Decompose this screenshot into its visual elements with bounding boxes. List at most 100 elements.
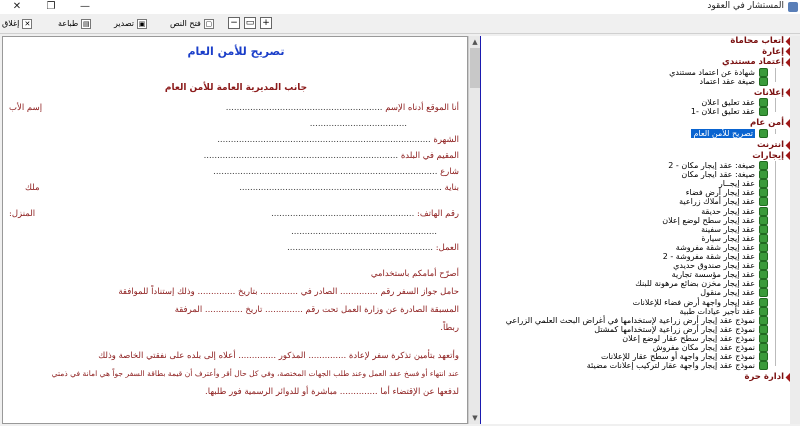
document-icon — [759, 170, 768, 180]
tree-leaf[interactable]: عقد إيجار سيارة — [701, 233, 768, 243]
tree-leaf[interactable]: تصريح للأمن العام — [691, 128, 768, 138]
tree-leaf[interactable]: عقد إيجار صندوق حديدي — [673, 261, 768, 271]
doc-line-dots-2: ........................................… — [291, 227, 437, 237]
doc-line-dots: .................................... — [309, 119, 407, 129]
tree-category[interactable]: إعتماد مستندي — [722, 57, 796, 67]
doc-body-1: أصرّح أمامكم باستخدامي — [370, 269, 459, 279]
document-icon — [759, 306, 768, 316]
printer-icon: ▤ — [81, 19, 92, 29]
scroll-thumb[interactable] — [470, 48, 480, 88]
document-subtitle: جانب المديرية العامة للأمن العام — [164, 83, 308, 93]
doc-body-6: عند انتهاء أو فسخ عقد العمل وعند طلب الج… — [51, 369, 459, 378]
tree-leaf[interactable]: نموذج عقد إيجار واجهة عقار لتركيب إعلانا… — [587, 361, 768, 371]
doc-line-surname: الشهرة .................................… — [217, 135, 459, 145]
doc-line-name: أنا الموقع أدناه الإسم .................… — [225, 103, 459, 113]
tree-leaf[interactable]: عقد إيجار سطح لوضع إعلان — [662, 215, 768, 225]
doc-line-building: بناية ..................................… — [239, 183, 459, 193]
tree-leaf[interactable]: نموذج عقد إيجار مكان مفروش — [653, 343, 768, 352]
document-icon — [759, 279, 768, 289]
doc-line-home: المنزل: — [9, 209, 36, 219]
document-icon — [759, 215, 768, 225]
tree-leaf[interactable]: عقد إيجار أملاك زراعية — [679, 197, 768, 207]
tree-leaf[interactable]: عقد إيجار حديقة — [701, 206, 768, 216]
tree-category[interactable]: أتعاب محاماة — [730, 36, 796, 46]
document-icon — [759, 261, 768, 271]
tree-leaf[interactable]: عقد إيجار منقول — [700, 288, 768, 298]
document-icon — [759, 270, 768, 280]
open-file-icon: ▢ — [203, 19, 214, 29]
document-icon — [759, 197, 768, 207]
tree-leaf[interactable]: نموذج عقد إيجار أرض زراعية لإستخدامها في… — [506, 315, 768, 325]
document-icon — [759, 288, 768, 298]
tree-category[interactable]: ادارة حرة — [745, 372, 796, 382]
tree-connector — [775, 128, 776, 134]
document-icon — [759, 179, 768, 189]
document-icon — [759, 324, 768, 334]
document-icon — [759, 76, 768, 86]
document-icon — [759, 352, 768, 362]
zoom-out-button[interactable]: − — [228, 17, 240, 29]
maximize-window-button[interactable]: ❐ — [34, 0, 68, 14]
zoom-in-button[interactable]: + — [260, 17, 272, 29]
doc-body-7: لدفعها عن الإقتضاء أما .............. مب… — [205, 387, 459, 397]
doc-body-5: وأتعهد بتأمين تذكرة سفر لإعادة .........… — [98, 351, 459, 361]
doc-body-2: حامل جواز السفر رقم .............. الصاد… — [118, 287, 459, 297]
tree-leaf[interactable]: صيغة عقد اعتماد — [700, 76, 768, 86]
document-title: تصريح للأمن العام — [187, 45, 285, 58]
tree-leaf[interactable]: عقد إيجار شقة مفروشة — [676, 242, 768, 252]
document-icon — [759, 361, 768, 371]
document-scrollbar[interactable]: ▲ ▼ — [468, 36, 480, 424]
document-icon — [759, 242, 768, 252]
doc-body-4: ربطاً. — [440, 323, 459, 333]
tree-leaf[interactable]: عقد إيجــار — [719, 179, 768, 189]
contracts-tree[interactable]: أتعاب محاماة إعارة إعتماد مستندي شهادة عن ا… — [480, 36, 798, 424]
document-icon — [759, 224, 768, 234]
tree-category[interactable]: انترنت — [757, 140, 796, 150]
tree-leaf[interactable]: عقد إيجار شقة مفروشة - 2 — [663, 252, 768, 261]
close-doc-icon: ✕ — [22, 19, 33, 29]
tree-scrollbar[interactable] — [790, 36, 800, 424]
tree-category[interactable]: إيجارات — [752, 151, 796, 161]
doc-line-owner: ملك — [25, 183, 40, 193]
minimize-window-button[interactable]: — — [68, 0, 102, 14]
document-icon — [759, 188, 768, 198]
tree-leaf[interactable]: عقد تأجير عيادات طبية — [679, 306, 768, 316]
document-icon — [759, 128, 768, 138]
tree-leaf[interactable]: عقد إيجار أرض فضاء — [686, 188, 768, 198]
export-button[interactable]: ▣ تصدير — [114, 17, 148, 31]
window-title: المستشار في العقود — [707, 1, 784, 11]
tree-leaf[interactable]: نموذج عقد إيجار واجهة أو سطح عقار للإعلا… — [601, 352, 768, 362]
close-window-button[interactable]: ✕ — [0, 0, 34, 14]
export-icon: ▣ — [137, 19, 148, 29]
app-icon — [788, 2, 798, 12]
doc-line-street: شارع ...................................… — [213, 167, 459, 177]
tree-connector — [775, 98, 776, 113]
tree-leaf[interactable]: عقد تعليق اعلان -1 — [691, 107, 768, 117]
tree-leaf[interactable]: عقد تعليق اعلان — [701, 98, 768, 108]
close-button[interactable]: ✕ إغلاق — [2, 17, 33, 31]
tree-leaf[interactable]: عقد إيجار مخزن بضائع مرهونة للبنك — [635, 279, 768, 289]
document-icon — [759, 98, 768, 108]
print-button[interactable]: ▤ طباعة — [58, 17, 92, 31]
tree-leaf[interactable]: نموذج عقد إيجار سطح عقار لوضع إعلان — [622, 333, 768, 343]
tree-leaf[interactable]: صيغة: عقد إيجار مكان - 2 — [668, 161, 768, 170]
doc-line-town: المقيم في البلدة .......................… — [203, 151, 459, 161]
open-text-button[interactable]: ▢ فتح النص — [170, 17, 214, 31]
document-icon — [759, 67, 768, 77]
tree-leaf[interactable]: صيغة: عقد ايجار مكان — [681, 170, 768, 180]
doc-body-3: المسبقة الصادرة عن وزارة العمل تحت رقم .… — [174, 305, 459, 315]
title-bar: ✕ ❐ — المستشار في العقود — [0, 0, 800, 14]
tree-leaf[interactable]: عقد إيجار سفينة — [701, 224, 768, 234]
document-icon — [759, 343, 768, 352]
tree-leaf[interactable]: عقد إيجار مؤسسة تجارية — [672, 270, 768, 280]
toolbar: ✕ إغلاق ▤ طباعة ▣ تصدير ▢ فتح النص − ▭ + — [0, 14, 800, 34]
document-view[interactable]: تصريح للأمن العام جانب المديرية العامة ل… — [2, 36, 468, 424]
document-icon — [759, 333, 768, 343]
tree-leaf[interactable]: شهادة عن اعتماد مستندي — [669, 67, 768, 77]
tree-category[interactable]: أمن عام — [750, 118, 796, 128]
tree-leaf[interactable]: عقد إيجار واجهة أرض فضاء للإعلانات — [633, 297, 768, 307]
restore-button[interactable]: ▭ — [244, 17, 256, 29]
document-icon — [759, 161, 768, 170]
tree-category[interactable]: إعلانات — [754, 88, 796, 98]
tree-leaf[interactable]: نموذج عقد إيجار أرض زراعية لإستخدامها كم… — [594, 324, 768, 334]
